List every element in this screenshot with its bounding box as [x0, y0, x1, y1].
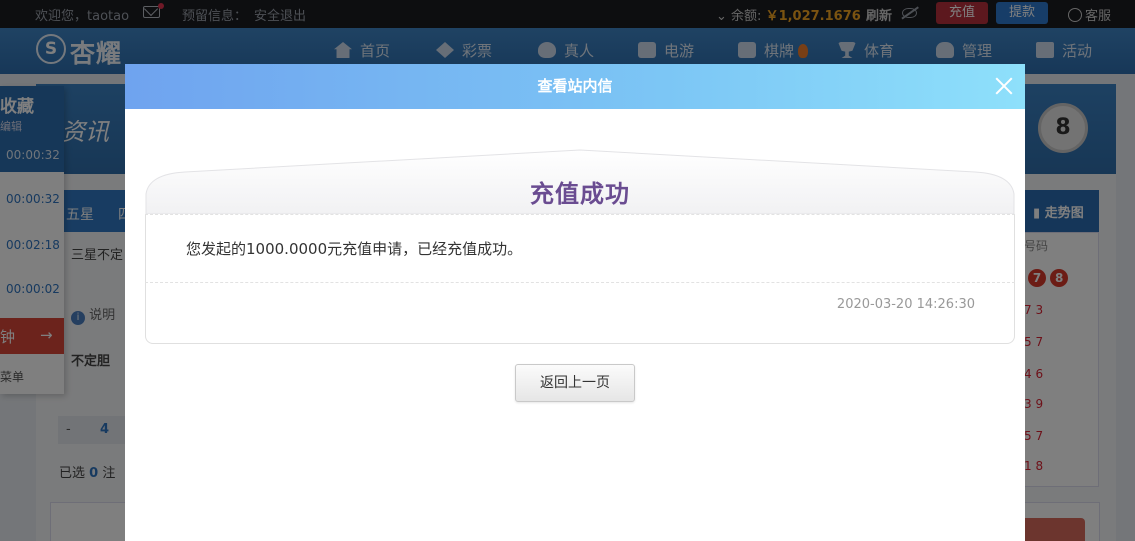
- close-icon[interactable]: [994, 76, 1014, 96]
- letter-content: 您发起的1000.0000元充值申请，已经充值成功。: [186, 240, 523, 258]
- letter-card: 充值成功 您发起的1000.0000元充值申请，已经充值成功。 2020-03-…: [145, 148, 1015, 344]
- letter-body-card: [145, 214, 1015, 344]
- modal-title: 查看站内信: [125, 64, 1025, 109]
- divider: [145, 282, 1015, 283]
- letter-title: 充值成功: [530, 180, 630, 208]
- letter-timestamp: 2020-03-20 14:26:30: [836, 297, 975, 312]
- back-button[interactable]: 返回上一页: [515, 364, 635, 402]
- divider: [145, 214, 1015, 215]
- message-modal: 查看站内信 充值成功 您发起的1000.0000元充值申请，已经充值成功。 20…: [125, 64, 1025, 541]
